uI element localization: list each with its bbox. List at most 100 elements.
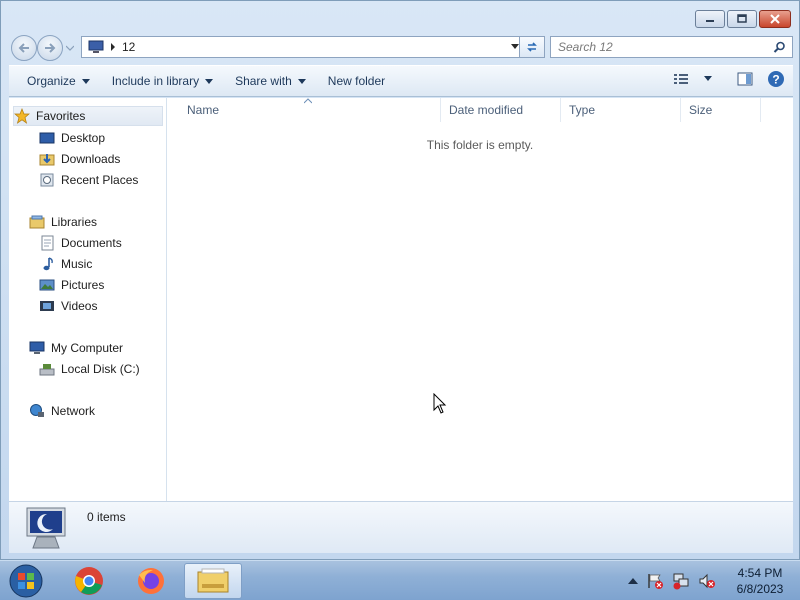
star-icon	[14, 108, 30, 124]
windows-explorer-folder-icon	[197, 568, 229, 593]
nav-videos-label: Videos	[61, 299, 98, 313]
action-center-flag-icon[interactable]	[646, 572, 664, 590]
refresh-icon	[527, 42, 537, 52]
nav-recent-places[interactable]: Recent Places	[39, 170, 138, 190]
recent-places-icon	[39, 172, 55, 188]
chevron-down-icon	[81, 78, 90, 84]
search-input[interactable]	[558, 40, 758, 54]
nav-network[interactable]: Network	[29, 401, 95, 421]
taskbar-chrome[interactable]	[60, 563, 118, 599]
address-row: 12	[9, 35, 793, 61]
view-options-chevron-down-icon[interactable]	[703, 75, 713, 83]
forward-arrow-icon	[45, 43, 56, 53]
forward-button[interactable]	[37, 35, 63, 61]
change-view-icon[interactable]	[673, 72, 689, 86]
nav-pictures-label: Pictures	[61, 278, 105, 292]
nav-my-computer[interactable]: My Computer	[29, 338, 123, 358]
local-disk-icon	[39, 361, 55, 377]
nav-favorites[interactable]: Favorites	[13, 106, 163, 126]
folder-computer-thumbnail-icon	[26, 507, 66, 549]
nav-videos[interactable]: Videos	[39, 296, 97, 316]
breadcrumb-arrow-icon[interactable]	[110, 43, 116, 51]
show-hidden-icons-chevron-up-icon[interactable]	[628, 577, 638, 585]
windows-start-orb-icon	[9, 564, 43, 598]
details-pane: 0 items	[9, 501, 793, 553]
nav-network-label: Network	[51, 404, 96, 418]
nav-pictures[interactable]: Pictures	[39, 275, 104, 295]
column-header-date-modified[interactable]: Date modified	[441, 98, 561, 122]
chrome-icon	[75, 567, 103, 595]
nav-desktop-label: Desktop	[61, 131, 106, 145]
computer-icon	[29, 340, 45, 356]
network-icon	[29, 403, 45, 419]
recent-pages-chevron-down-icon[interactable]	[66, 44, 74, 52]
taskbar-firefox[interactable]	[122, 563, 180, 599]
desktop-icon	[39, 130, 55, 146]
column-size-label: Size	[689, 103, 713, 117]
nav-my-computer-label: My Computer	[51, 341, 124, 355]
command-bar: Organize Include in library Share with N…	[9, 65, 793, 97]
nav-music[interactable]: Music	[39, 254, 92, 274]
include-in-library-menu[interactable]: Include in library	[102, 68, 223, 94]
maximize-button[interactable]	[727, 10, 757, 28]
clock-date: 6/8/2023	[736, 582, 784, 596]
nav-libraries[interactable]: Libraries	[29, 212, 97, 232]
column-date-modified-label: Date modified	[449, 103, 524, 117]
organize-menu[interactable]: Organize	[17, 68, 100, 94]
include-in-library-label: Include in library	[111, 74, 200, 88]
column-header-type[interactable]: Type	[561, 98, 681, 122]
nav-documents[interactable]: Documents	[39, 233, 122, 253]
close-icon	[770, 14, 780, 24]
preview-pane-icon[interactable]	[737, 72, 753, 86]
computer-icon	[88, 40, 104, 53]
column-type-label: Type	[569, 103, 596, 117]
chevron-down-icon	[297, 78, 306, 84]
taskbar: 4:54 PM 6/8/2023	[0, 560, 800, 600]
maximize-icon	[737, 14, 747, 23]
nav-downloads[interactable]: Downloads	[39, 149, 120, 169]
explorer-window: 12 Organize Include in library Share wit…	[0, 0, 800, 560]
search-icon[interactable]	[773, 41, 786, 54]
documents-icon	[39, 235, 55, 251]
search-box[interactable]	[550, 36, 793, 58]
nav-local-disk[interactable]: Local Disk (C:)	[39, 359, 140, 379]
share-with-menu[interactable]: Share with	[225, 68, 316, 94]
organize-label: Organize	[27, 74, 76, 88]
nav-downloads-label: Downloads	[61, 152, 121, 166]
column-name-label: Name	[187, 103, 220, 117]
minimize-icon	[706, 20, 714, 22]
caption-buttons	[695, 10, 791, 28]
nav-libraries-label: Libraries	[51, 215, 98, 229]
file-list[interactable]: Name Date modified Type Size This folder…	[167, 98, 793, 501]
column-header-name[interactable]: Name	[179, 98, 441, 122]
nav-recent-places-label: Recent Places	[61, 173, 139, 187]
close-button[interactable]	[759, 10, 791, 28]
nav-local-disk-label: Local Disk (C:)	[61, 362, 140, 376]
back-arrow-icon	[18, 43, 29, 53]
column-header-size[interactable]: Size	[681, 98, 761, 122]
breadcrumb-current-folder[interactable]: 12	[122, 40, 135, 54]
music-icon	[39, 256, 55, 272]
taskbar-windows-explorer[interactable]	[184, 563, 242, 599]
libraries-icon	[29, 214, 45, 230]
nav-desktop[interactable]: Desktop	[39, 128, 105, 148]
minimize-button[interactable]	[695, 10, 725, 28]
nav-documents-label: Documents	[61, 236, 122, 250]
refresh-button[interactable]	[519, 36, 545, 58]
start-button[interactable]	[6, 562, 46, 600]
nav-favorites-label: Favorites	[36, 109, 86, 123]
videos-icon	[39, 298, 55, 314]
mouse-cursor-icon	[433, 393, 447, 414]
system-tray: 4:54 PM 6/8/2023	[628, 561, 796, 600]
new-folder-button[interactable]: New folder	[318, 68, 395, 94]
help-icon[interactable]: ?	[767, 70, 785, 88]
address-history-chevron-down-icon[interactable]	[511, 44, 519, 50]
downloads-folder-icon	[39, 151, 55, 167]
back-button[interactable]	[11, 35, 37, 61]
taskbar-clock[interactable]: 4:54 PM 6/8/2023	[724, 565, 796, 597]
pictures-icon	[39, 277, 55, 293]
volume-muted-icon[interactable]	[698, 572, 716, 590]
address-bar[interactable]: 12	[81, 36, 525, 58]
clock-time: 4:54 PM	[737, 566, 783, 580]
network-status-icon[interactable]	[672, 572, 690, 590]
